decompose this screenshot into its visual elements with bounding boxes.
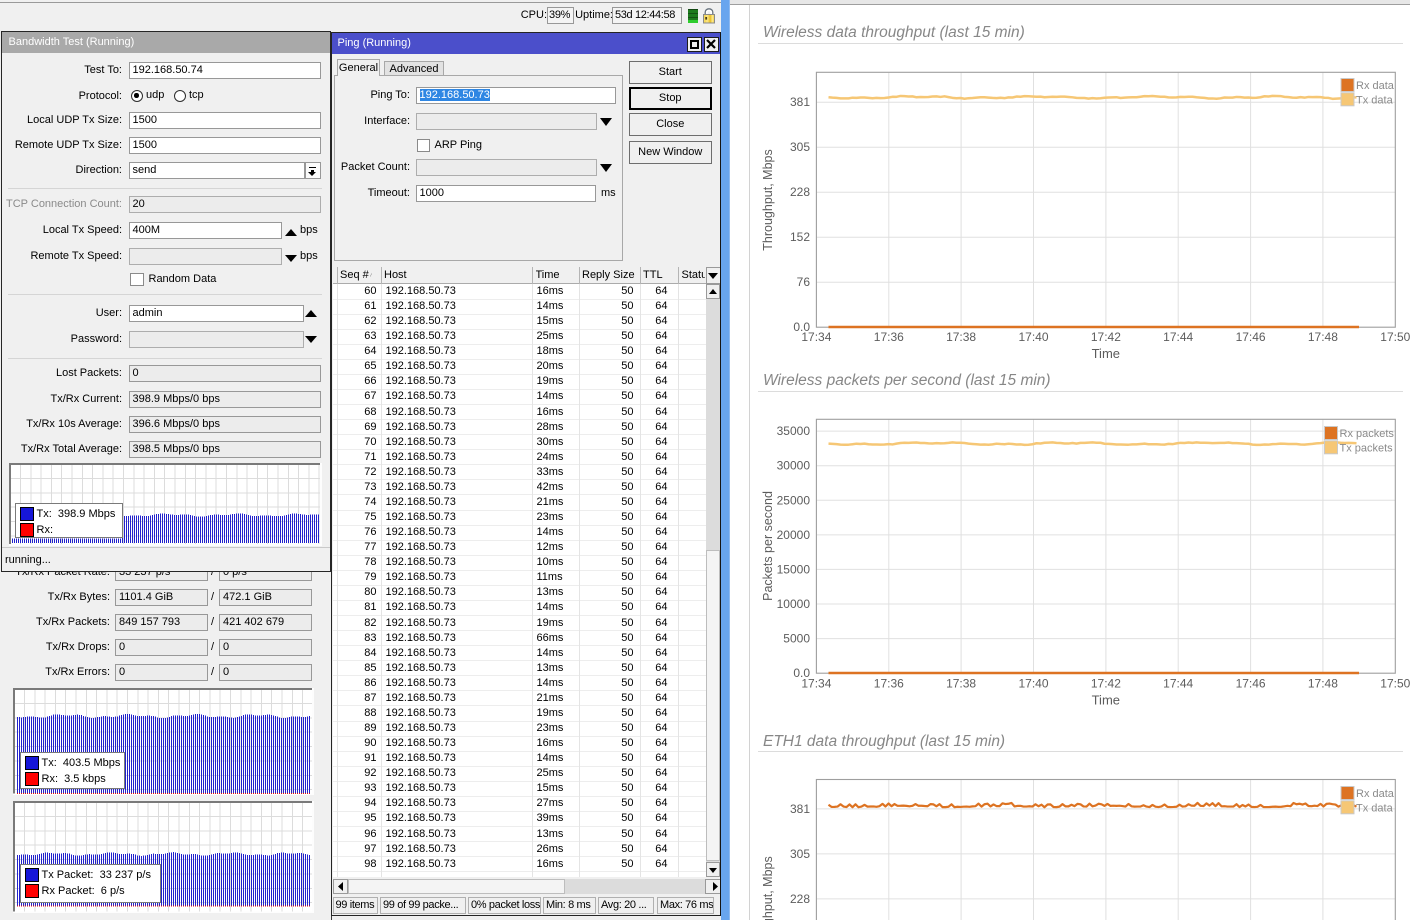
svg-text:305: 305 xyxy=(790,847,810,861)
svg-text:152: 152 xyxy=(790,230,810,244)
svg-text:381: 381 xyxy=(790,802,810,816)
svg-text:Tx data: Tx data xyxy=(1356,802,1394,814)
svg-text:17:46: 17:46 xyxy=(1236,330,1266,344)
svg-text:17:48: 17:48 xyxy=(1308,330,1338,344)
svg-text:17:44: 17:44 xyxy=(1163,330,1193,344)
svg-text:17:48: 17:48 xyxy=(1308,677,1338,691)
svg-text:Throughput, Mbps: Throughput, Mbps xyxy=(761,149,775,250)
svg-text:Throughput, Mbps: Throughput, Mbps xyxy=(761,856,775,920)
svg-text:30000: 30000 xyxy=(777,459,811,473)
svg-text:Time: Time xyxy=(1092,693,1120,708)
svg-text:ETH1 data throughput (last 15: ETH1 data throughput (last 15 min) xyxy=(763,733,1005,750)
svg-text:Packets per second: Packets per second xyxy=(761,491,775,601)
svg-text:Tx packets: Tx packets xyxy=(1340,442,1394,454)
svg-text:20000: 20000 xyxy=(777,528,811,542)
svg-text:Rx packets: Rx packets xyxy=(1340,428,1395,440)
svg-text:17:44: 17:44 xyxy=(1163,677,1193,691)
svg-text:5000: 5000 xyxy=(783,632,810,646)
svg-text:35000: 35000 xyxy=(777,424,811,438)
svg-text:Rx data: Rx data xyxy=(1356,788,1395,800)
svg-text:Tx data: Tx data xyxy=(1356,94,1394,106)
svg-text:17:50: 17:50 xyxy=(1380,677,1410,691)
svg-text:228: 228 xyxy=(790,185,810,199)
svg-text:17:40: 17:40 xyxy=(1018,677,1048,691)
svg-text:Rx data: Rx data xyxy=(1356,80,1395,92)
svg-text:17:50: 17:50 xyxy=(1380,330,1410,344)
svg-text:17:34: 17:34 xyxy=(801,330,831,344)
svg-text:17:42: 17:42 xyxy=(1091,330,1121,344)
svg-text:17:46: 17:46 xyxy=(1236,677,1266,691)
svg-text:305: 305 xyxy=(790,140,810,154)
svg-text:17:36: 17:36 xyxy=(874,330,904,344)
svg-text:228: 228 xyxy=(790,892,810,906)
svg-text:76: 76 xyxy=(797,275,811,289)
svg-text:25000: 25000 xyxy=(777,493,811,507)
svg-text:381: 381 xyxy=(790,95,810,109)
svg-text:17:38: 17:38 xyxy=(946,677,976,691)
svg-text:Wireless data throughput (last: Wireless data throughput (last 15 min) xyxy=(763,24,1025,41)
svg-text:17:40: 17:40 xyxy=(1018,330,1048,344)
svg-text:17:36: 17:36 xyxy=(874,677,904,691)
svg-text:15000: 15000 xyxy=(777,562,811,576)
svg-text:17:34: 17:34 xyxy=(801,677,831,691)
svg-text:Wireless packets per second (l: Wireless packets per second (last 15 min… xyxy=(763,372,1051,389)
svg-text:Time: Time xyxy=(1092,346,1120,361)
svg-text:17:38: 17:38 xyxy=(946,330,976,344)
svg-text:17:42: 17:42 xyxy=(1091,677,1121,691)
svg-text:10000: 10000 xyxy=(777,597,811,611)
